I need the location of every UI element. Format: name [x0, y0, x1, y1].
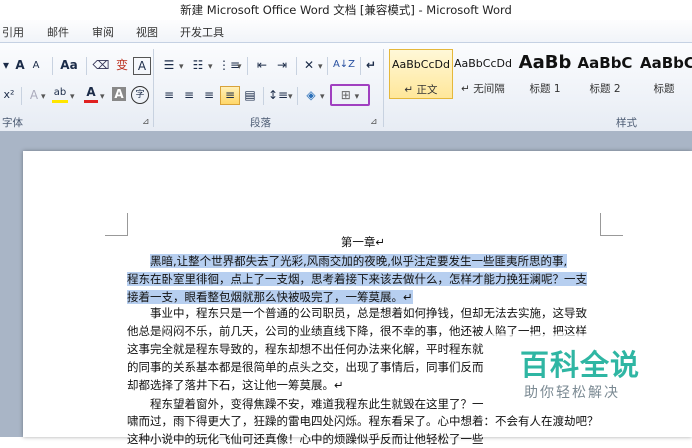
font-color-button[interactable]: A [84, 85, 98, 103]
show-formatting-marks-button[interactable]: ↵ [364, 55, 378, 75]
increase-indent-icon[interactable]: ⇥ [273, 55, 291, 75]
text-line: 这种小说中的玩化飞仙可还真像！心中的烦躁似乎反而让他轻松了一些 [127, 431, 599, 448]
numbering-icon[interactable]: ☷ [189, 55, 207, 75]
text-line-content: 程东在卧室里徘徊，点上了一支烟，思考着接下来该去做什么，怎样才能力挽狂澜呢？一支 [127, 272, 587, 286]
style-no-spacing[interactable]: AaBbCcDd ↵ 无间隔 [452, 49, 514, 99]
style-name: ↵ 无间隔 [461, 83, 505, 95]
clear-format-icon[interactable]: ⌫ [91, 55, 111, 75]
style-preview: AaBbC [640, 54, 692, 72]
style-name: 标题 2 [589, 83, 621, 95]
style-name: ↵ 正文 [404, 84, 438, 96]
change-case-button[interactable]: Aa [58, 55, 80, 75]
text-line-content: 这事完全就是程东导致的，程东却想不出任何办法来化解，平时程东就 [127, 342, 484, 356]
text-line: 事业中，程东只是一个普通的公司职员，总是想着如何挣钱，但却无法去实施，这导致 [127, 305, 622, 322]
char-shading-button[interactable]: A [112, 87, 126, 101]
chapter-heading: 第一章↵ [340, 235, 386, 249]
style-heading-1[interactable]: AaBb 标题 1 [514, 49, 576, 99]
decrease-indent-icon[interactable]: ⇤ [253, 55, 271, 75]
text-effect-button[interactable]: A [27, 85, 41, 105]
tab-review[interactable]: 审阅 [92, 24, 114, 40]
paragraph-group-label: 段落 [250, 117, 271, 129]
align-left-icon[interactable]: ≡ [160, 85, 178, 105]
style-preview: AaBbC [577, 54, 633, 72]
align-center-icon[interactable]: ≡ [180, 85, 198, 105]
text-line: 程东在卧室里徘徊，点上了一支烟，思考着接下来该去做什么，怎样才能力挽狂澜呢？一支 [127, 271, 599, 288]
tab-view[interactable]: 视图 [136, 24, 158, 40]
style-name: 标题 1 [529, 83, 561, 95]
font-size-dropdown-icon[interactable]: ▾ [2, 55, 10, 75]
text-effect-dropdown-icon[interactable]: ▾ [41, 92, 46, 102]
text-line-content: 事业中，程东只是一个普通的公司职员，总是想着如何挣钱，但却无法去实施，这导致 [150, 306, 587, 320]
tab-mailings[interactable]: 邮件 [47, 24, 69, 40]
font-color-dropdown-icon[interactable]: ▾ [100, 92, 105, 102]
borders-dropdown-button[interactable]: ⊞ ▾ [330, 84, 370, 106]
watermark-subtitle: 助你轻松解决 [524, 385, 620, 401]
text-line: 黑暗,让整个世界都失去了光彩,风雨交加的夜晚,似乎注定要发生一些匪夷所思的事, [127, 253, 622, 270]
line-spacing-icon[interactable]: ↕≡ [268, 85, 288, 105]
text-line: 啸而过，雨下得更大了，狂躁的雷电四处闪烁。程东看呆了。心中想着：不会有人在渡劫吧… [127, 413, 599, 430]
borders-icon: ⊞ [340, 88, 351, 102]
grow-font-button[interactable]: A [13, 55, 27, 75]
text-line-content: 黑暗,让整个世界都失去了光彩,风雨交加的夜晚,似乎注定要发生一些匪夷所思的事, [150, 254, 568, 268]
margin-mark-top-left [105, 213, 128, 236]
shading-dropdown-icon[interactable]: ▾ [320, 92, 325, 102]
text-line-content: 却都选择了落井下石，这让他一筹莫展。↵ [127, 378, 344, 392]
font-dialog-launcher-icon[interactable]: ⊿ [142, 117, 150, 127]
distributed-align-icon[interactable]: ▤ [241, 85, 259, 105]
line-spacing-dropdown-icon[interactable]: ▾ [288, 92, 293, 102]
style-normal[interactable]: AaBbCcDd ↵ 正文 [389, 49, 453, 99]
text-line: 接着一支，眼看整包烟就那么快被吸完了，一筹莫展。↵ [127, 289, 599, 306]
asian-layout-dropdown-icon[interactable]: ▾ [318, 62, 323, 72]
styles-group-label: 样式 [616, 117, 637, 129]
asian-layout-icon[interactable]: ✕ [301, 55, 317, 75]
justify-icon[interactable]: ≡ [220, 86, 240, 105]
watermark-title: 百科全说 [520, 348, 641, 382]
style-preview: AaBbCcDd [454, 57, 512, 70]
numbering-dropdown-icon[interactable]: ▾ [208, 62, 213, 72]
style-preview: AaBb [518, 52, 572, 73]
ribbon: ▾ A A Aa ⌫ 变 A x² A ▾ ab ▾ A ▾ A 字 字体 ⊿ … [0, 42, 692, 132]
style-heading-2[interactable]: AaBbC 标题 2 [574, 49, 636, 99]
bullets-icon[interactable]: ☰ [160, 55, 178, 75]
multilevel-list-icon[interactable]: ⋮≡ [218, 55, 240, 75]
style-preview: AaBbCcDd [392, 58, 450, 71]
style-title[interactable]: AaBbC 标题 [636, 49, 692, 99]
align-right-icon[interactable]: ≡ [200, 85, 218, 105]
sort-button[interactable]: A↓Z [332, 55, 356, 75]
font-group-label: 字体 [2, 117, 23, 129]
borders-dropdown-icon: ▾ [354, 92, 360, 102]
text-line-content: 接着一支，眼看整包烟就那么快被吸完了，一筹莫展。↵ [127, 290, 413, 304]
text-line-content: 这种小说中的玩化飞仙可还真像！心中的烦躁似乎反而让他轻松了一些 [127, 432, 484, 446]
char-border-button[interactable]: A [133, 57, 151, 75]
highlight-dropdown-icon[interactable]: ▾ [70, 92, 75, 102]
multilevel-dropdown-icon[interactable]: ▾ [237, 62, 242, 72]
text-line-content: 的同事的关系基本都是很简单的点头之交，出现了事情后，同事们反而 [127, 360, 484, 374]
watermark: 百科全说 助你轻松解决 [484, 334, 692, 414]
style-name: 标题 [653, 83, 675, 95]
text-line-content: 程东望着窗外，变得焦躁不安，难道我程东此生就毁在这里了？一 [150, 397, 484, 411]
tab-developer[interactable]: 开发工具 [180, 24, 224, 40]
superscript-button[interactable]: x² [2, 85, 16, 105]
window-title: 新建 Microsoft Office Word 文档 [兼容模式] - Mic… [0, 0, 692, 20]
text-line-content: 啸而过，雨下得更大了，狂躁的雷电四处闪烁。程东看呆了。心中想着：不会有人在渡劫吧… [127, 414, 599, 428]
margin-mark-top-right [600, 213, 623, 236]
ribbon-tabs: 引用 邮件 审阅 视图 开发工具 [0, 20, 692, 42]
shrink-font-button[interactable]: A [30, 56, 42, 76]
shading-icon[interactable]: ◈ [303, 85, 319, 105]
paragraph-dialog-launcher-icon[interactable]: ⊿ [370, 117, 378, 127]
tab-references[interactable]: 引用 [2, 24, 24, 40]
enclose-chars-button[interactable]: 字 [131, 86, 149, 104]
highlight-button[interactable]: ab [52, 85, 68, 103]
bullets-dropdown-icon[interactable]: ▾ [179, 62, 184, 72]
phonetic-guide-button[interactable]: 变 [113, 55, 131, 75]
